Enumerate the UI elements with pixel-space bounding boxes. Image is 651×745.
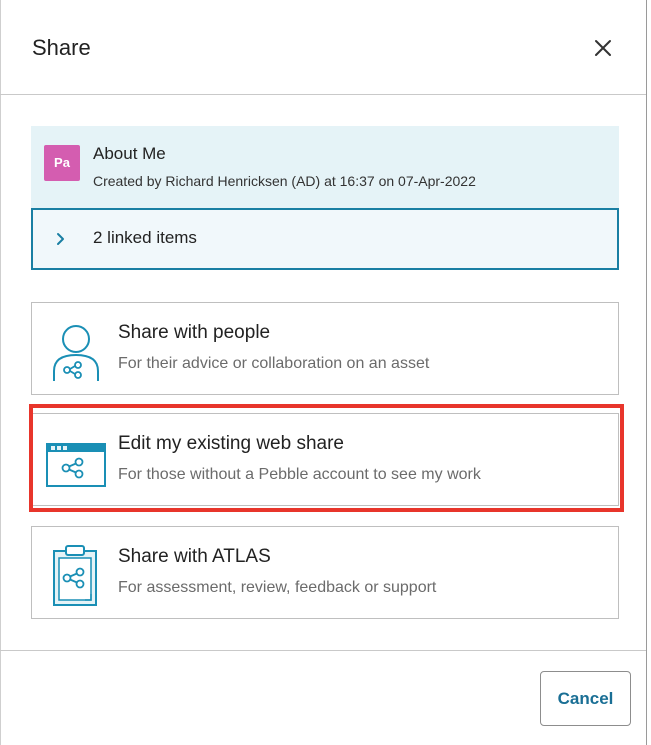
option-share-with-people[interactable]: Share with people For their advice or co…: [31, 302, 619, 395]
option-title: Share with people: [118, 322, 271, 343]
linked-items-toggle[interactable]: 2 linked items: [31, 208, 619, 270]
option-title: Edit my existing web share: [118, 433, 344, 454]
option-title: Share with ATLAS: [118, 546, 271, 567]
dialog-header: Share: [0, 0, 646, 95]
person-share-icon: [53, 325, 99, 381]
web-share-icon: [46, 443, 106, 487]
cancel-button[interactable]: Cancel: [540, 671, 631, 726]
clipboard-share-icon: [53, 545, 97, 606]
dialog-footer: [0, 650, 646, 651]
asset-card: Pa About Me Created by Richard Henrickse…: [31, 126, 619, 270]
asset-title: About Me: [93, 144, 166, 163]
close-icon[interactable]: [590, 35, 616, 61]
option-subtitle: For those without a Pebble account to se…: [118, 466, 481, 483]
option-subtitle: For assessment, review, feedback or supp…: [118, 579, 437, 596]
option-edit-web-share[interactable]: Edit my existing web share For those wit…: [31, 413, 619, 506]
option-share-with-atlas[interactable]: Share with ATLAS For assessment, review,…: [31, 526, 619, 619]
option-subtitle: For their advice or collaboration on an …: [118, 355, 430, 372]
chevron-right-icon: [57, 233, 64, 245]
dialog-title: Share: [32, 35, 91, 60]
share-dialog: Share Pa About Me Created by Richard Hen…: [0, 0, 647, 745]
linked-items-label: 2 linked items: [93, 228, 197, 247]
avatar: Pa: [44, 145, 80, 181]
asset-meta: Created by Richard Henricksen (AD) at 16…: [93, 173, 476, 189]
